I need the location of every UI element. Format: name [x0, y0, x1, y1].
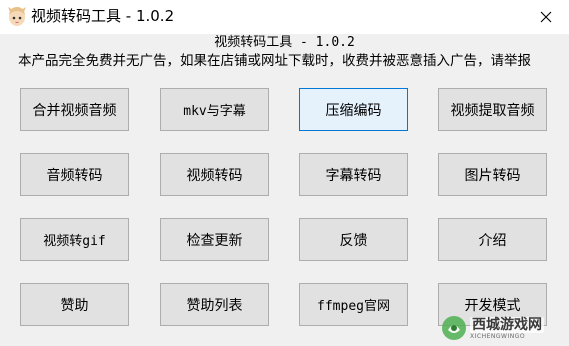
audio-transcode-button[interactable]: 音频转码	[20, 153, 129, 196]
extract-audio-button[interactable]: 视频提取音频	[438, 88, 547, 131]
merge-video-audio-button[interactable]: 合并视频音频	[20, 88, 129, 131]
mkv-subtitle-button[interactable]: mkv与字幕	[160, 88, 269, 131]
subtitle-transcode-button[interactable]: 字幕转码	[299, 153, 408, 196]
video-to-gif-button[interactable]: 视频转gif	[20, 218, 129, 261]
app-heading: 视频转码工具 - 1.0.2	[214, 35, 355, 50]
ffmpeg-website-button[interactable]: ffmpeg官网	[299, 283, 408, 326]
app-avatar-icon	[8, 7, 26, 26]
feedback-button[interactable]: 反馈	[299, 218, 408, 261]
compress-encode-button[interactable]: 压缩编码	[299, 88, 408, 131]
sponsor-list-button[interactable]: 赞助列表	[160, 283, 269, 326]
window-title: 视频转码工具 - 1.0.2	[31, 7, 175, 25]
close-button[interactable]	[523, 0, 569, 34]
free-notice-text: 本产品完全免费并无广告，如果在店铺或网址下载时，收费并被恶意插入广告，请举报	[18, 53, 531, 69]
title-bar[interactable]: 视频转码工具 - 1.0.2	[0, 0, 569, 34]
client-area: 视频转码工具 - 1.0.2 本产品完全免费并无广告，如果在店铺或网址下载时，收…	[0, 34, 569, 346]
sponsor-button[interactable]: 赞助	[20, 283, 129, 326]
app-window: 视频转码工具 - 1.0.2 视频转码工具 - 1.0.2 本产品完全免费并无广…	[0, 0, 569, 346]
check-update-button[interactable]: 检查更新	[160, 218, 269, 261]
image-transcode-button[interactable]: 图片转码	[438, 153, 547, 196]
introduction-button[interactable]: 介绍	[438, 218, 547, 261]
developer-mode-button[interactable]: 开发模式	[438, 283, 547, 326]
close-icon	[540, 11, 552, 23]
video-transcode-button[interactable]: 视频转码	[160, 153, 269, 196]
